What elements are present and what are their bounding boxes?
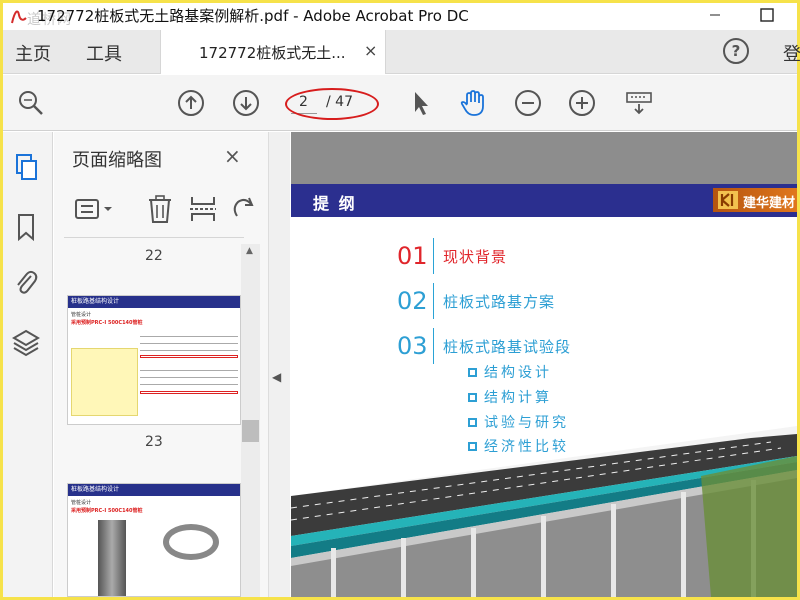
help-button[interactable]: ? [723, 38, 749, 64]
keyboard-download-icon[interactable] [625, 89, 653, 117]
outline-number: 01 [397, 242, 428, 270]
rotate-page-icon[interactable] [229, 194, 257, 224]
logo-text: 建华建材 [743, 196, 796, 211]
thumb-ring-image [163, 524, 219, 560]
attachment-icon[interactable] [11, 268, 41, 298]
tab-close-button[interactable]: × [364, 41, 377, 60]
thumb-pile-image [98, 520, 126, 596]
zoom-search-icon[interactable] [17, 89, 45, 117]
minimize-icon [710, 14, 720, 16]
menu-home[interactable]: 主页 [15, 40, 51, 66]
next-page-icon[interactable] [232, 89, 260, 117]
window-title: 172772桩板式无土路基案例解析.pdf - Adobe Acrobat Pr… [37, 7, 469, 25]
thumbnail-panel: 页面缩略图 × 22 桩板路基结构设计 管桩设计 采用预制PRC-I 500C1… [54, 132, 270, 597]
thumb-header: 桩板路基结构设计 [68, 296, 240, 308]
thumb-yellow-box [71, 348, 138, 416]
thumb-page-number: 23 [145, 434, 163, 450]
thumb-subtitle: 管桩设计 [71, 312, 92, 318]
thumb-subtitle: 管桩设计 [71, 500, 92, 506]
square-bullet-icon [468, 393, 477, 402]
panel-title: 页面缩略图 [72, 150, 162, 171]
navigation-rail [3, 132, 53, 597]
page-thumbnail[interactable]: 桩板路基结构设计 管桩设计 采用预制PRC-I 500C140管桩 [67, 295, 241, 425]
outline-label: 桩板式路基方案 [443, 293, 556, 311]
thumb-page-number: 22 [145, 248, 163, 264]
title-bar: 道桥网 172772桩板式无土路基案例解析.pdf - Adobe Acroba… [3, 3, 797, 30]
panel-divider [64, 237, 244, 238]
maximize-button[interactable] [747, 3, 787, 27]
thumbnail-options-icon[interactable] [74, 196, 114, 224]
select-cursor-icon[interactable] [407, 89, 435, 117]
slide-header: 提 纲 建华建材 [291, 184, 797, 217]
panel-splitter[interactable] [268, 132, 290, 597]
panel-toolbar [54, 184, 270, 236]
outline-number: 02 [397, 287, 428, 315]
scrollbar-thumb[interactable] [242, 420, 259, 442]
square-bullet-icon [468, 368, 477, 377]
thumb-table [140, 326, 238, 416]
insert-page-icon[interactable] [189, 194, 217, 224]
sub-item-label: 结构设计 [484, 365, 552, 381]
outline-bar [433, 238, 434, 274]
layers-icon[interactable] [11, 328, 41, 358]
outline-bar [433, 328, 434, 364]
zoom-in-icon[interactable] [568, 89, 596, 117]
document-tab[interactable]: 172772桩板式无土... × [160, 30, 386, 74]
tab-label: 172772桩板式无土... [199, 44, 346, 62]
acrobat-icon [11, 10, 27, 24]
pdf-page: 提 纲 建华建材 01 现状背景 02 桩板式路基方案 03 桩板式路基试验段 [291, 184, 797, 597]
login-button[interactable]: 登 [783, 40, 800, 66]
bridge-illustration [291, 426, 797, 597]
red-annotation-ellipse [285, 88, 379, 120]
slide-title: 提 纲 [313, 194, 357, 213]
previous-page-icon[interactable] [177, 89, 205, 117]
document-view[interactable]: 提 纲 建华建材 01 现状背景 02 桩板式路基方案 03 桩板式路基试验段 [291, 132, 797, 597]
thumbnail-scrollbar[interactable]: ▲ [241, 244, 260, 597]
toolbar: 2 / 47 [3, 75, 797, 131]
minimize-button[interactable] [695, 3, 735, 27]
menu-tools[interactable]: 工具 [86, 40, 122, 66]
outline-bar [433, 283, 434, 319]
thumb-header: 桩板路基结构设计 [68, 484, 240, 496]
outline-label: 桩板式路基试验段 [443, 338, 572, 356]
panel-close-button[interactable]: × [224, 144, 241, 168]
collapse-panel-icon[interactable]: ◀ [272, 370, 281, 384]
sub-item-label: 结构计算 [484, 390, 552, 406]
outline-number: 03 [397, 332, 428, 360]
bookmark-icon[interactable] [11, 212, 41, 242]
scroll-up-icon[interactable]: ▲ [246, 246, 253, 256]
company-logo: 建华建材 [713, 188, 797, 212]
zoom-out-icon[interactable] [514, 89, 542, 117]
page-thumbnail[interactable]: 桩板路基结构设计 管桩设计 采用预制PRC-I 500C140管桩 [67, 483, 241, 597]
thumb-red-note: 采用预制PRC-I 500C140管桩 [71, 508, 143, 514]
sub-item: 结构计算 [468, 387, 552, 407]
outline-label: 现状背景 [443, 248, 508, 266]
logo-mark-icon [718, 191, 738, 209]
thumb-red-note: 采用预制PRC-I 500C140管桩 [71, 320, 143, 326]
menu-bar: 主页 工具 172772桩板式无土... × ? 登 [3, 30, 800, 74]
delete-page-icon[interactable] [146, 194, 174, 224]
page-thumbnails-icon[interactable] [11, 152, 41, 182]
sub-item: 结构设计 [468, 362, 552, 382]
maximize-icon [760, 8, 774, 22]
hand-tool-icon[interactable] [459, 89, 487, 117]
